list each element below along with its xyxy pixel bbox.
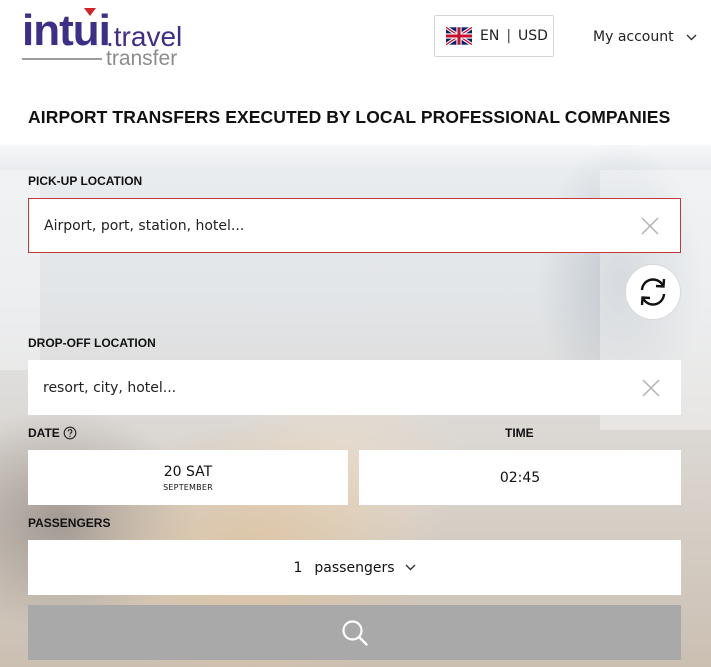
logo-accent-mark <box>84 8 96 16</box>
page-headline: AIRPORT TRANSFERS EXECUTED BY LOCAL PROF… <box>28 107 671 127</box>
dropoff-label: DROP-OFF LOCATION <box>28 336 156 350</box>
swap-arrows-icon <box>640 278 666 306</box>
my-account-label: My account <box>593 29 674 45</box>
swap-locations-button[interactable] <box>625 264 681 320</box>
lang-separator: | <box>506 28 512 44</box>
logo-transfer: transfer <box>106 47 178 70</box>
dropoff-location-input[interactable]: resort, city, hotel... <box>28 360 681 415</box>
passengers-select[interactable]: 1 passengers <box>28 540 681 595</box>
chevron-down-icon <box>405 564 415 571</box>
question-circle-icon[interactable] <box>63 426 77 440</box>
dropoff-placeholder: resort, city, hotel... <box>43 379 177 396</box>
search-icon <box>341 619 368 646</box>
time-picker[interactable]: 02:45 <box>359 450 681 505</box>
uk-flag-icon <box>446 27 472 45</box>
date-day: 20 SAT <box>163 464 213 480</box>
pickup-placeholder: Airport, port, station, hotel... <box>44 217 245 234</box>
pickup-label: PICK-UP LOCATION <box>28 174 143 188</box>
language-code: EN <box>480 28 500 44</box>
headline-bar: AIRPORT TRANSFERS EXECUTED BY LOCAL PROF… <box>0 90 711 145</box>
passenger-count: 1 <box>293 559 303 576</box>
date-picker[interactable]: 20 SAT SEPTEMBER <box>28 450 348 505</box>
language-currency-selector[interactable]: EN | USD <box>434 15 554 57</box>
passenger-unit: passengers <box>314 559 395 576</box>
pickup-location-input[interactable]: Airport, port, station, hotel... <box>28 198 681 253</box>
time-value: 02:45 <box>499 469 541 486</box>
close-icon[interactable] <box>641 378 661 398</box>
logo-underline <box>22 58 102 60</box>
close-icon[interactable] <box>640 216 660 236</box>
chevron-down-icon <box>686 34 697 40</box>
my-account-menu[interactable]: My account <box>593 26 697 48</box>
date-month: SEPTEMBER <box>163 483 213 492</box>
date-label: DATE <box>28 426 60 440</box>
currency-code: USD <box>518 28 548 44</box>
passengers-label: PASSENGERS <box>28 516 111 530</box>
time-label: TIME <box>505 426 534 440</box>
logo-intui: intui <box>22 6 111 55</box>
logo[interactable]: intui .travel transfer <box>22 6 192 72</box>
site-header: intui .travel transfer EN | USD My accou… <box>0 0 711 90</box>
search-button[interactable] <box>28 605 681 660</box>
